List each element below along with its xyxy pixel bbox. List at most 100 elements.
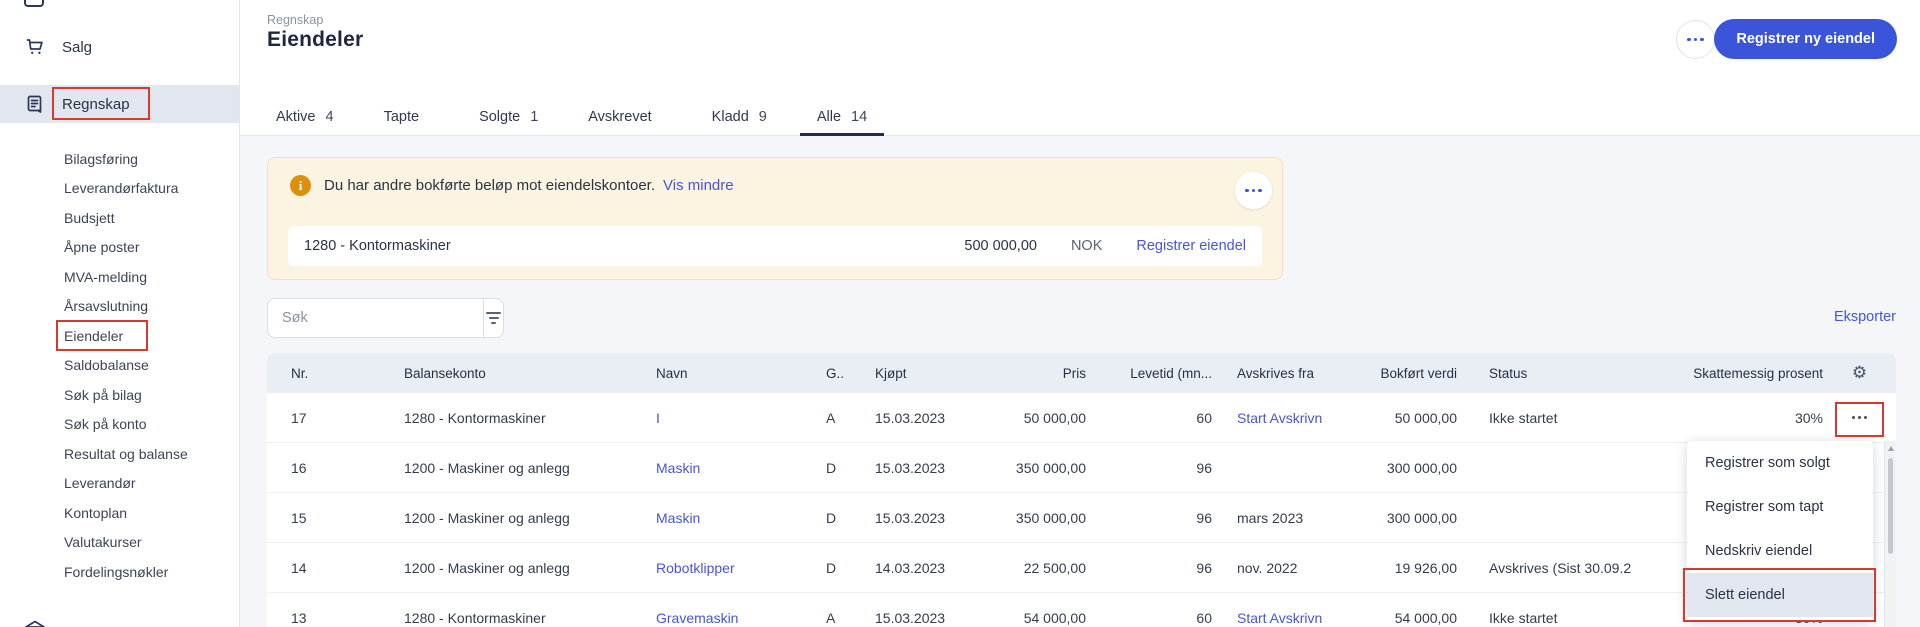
sidebar-subitem[interactable]: Valutakurser — [0, 528, 239, 558]
column-header[interactable]: Skattemessig prosent — [1673, 366, 1823, 381]
sidebar-subitem[interactable]: Søk på bilag — [0, 380, 239, 410]
cell-bokfort-verdi: 50 000,00 — [1347, 410, 1457, 426]
cell-levetid: 96 — [1086, 460, 1212, 476]
table-row[interactable]: 15 1200 - Maskiner og anlegg Maskin D 15… — [267, 493, 1896, 543]
cell-pris: 350 000,00 — [995, 460, 1086, 476]
page-header: Regnskap Eiendeler Registrer ny eiendel — [240, 0, 1920, 98]
sidebar-item-regnskap[interactable]: Regnskap — [0, 85, 239, 123]
table-row[interactable]: 14 1200 - Maskiner og anlegg Robotklippe… — [267, 543, 1896, 593]
cell-bokfort-verdi: 54 000,00 — [1347, 610, 1457, 626]
column-header[interactable]: Kjøpt — [875, 366, 995, 381]
table-row[interactable]: 13 1280 - Kontormaskiner Gravemaskin A 1… — [267, 593, 1896, 627]
sidebar-subitem[interactable]: Eiendeler — [0, 321, 239, 351]
column-header[interactable]: Balansekonto — [404, 366, 656, 381]
tab[interactable]: Tapte — [367, 98, 446, 135]
row-context-menu: Registrer som solgt Registrer som tapt N… — [1687, 441, 1873, 621]
sidebar-subitem[interactable]: Årsavslutning — [0, 292, 239, 322]
context-menu-item[interactable]: Nedskriv eiendel — [1687, 529, 1873, 573]
table-row[interactable]: 16 1200 - Maskiner og anlegg Maskin D 15… — [267, 443, 1896, 493]
cell-avskrives-fra[interactable]: Start Avskrivn — [1212, 410, 1347, 426]
table-row[interactable]: 17 1280 - Kontormaskiner I A 15.03.2023 … — [267, 393, 1896, 443]
vertical-scrollbar[interactable] — [1884, 441, 1896, 627]
sidebar-item-bank[interactable] — [0, 610, 239, 627]
context-menu-item[interactable]: Registrer som tapt — [1687, 485, 1873, 529]
context-menu-item[interactable]: Registrer som solgt — [1687, 441, 1873, 485]
cell-navn-link[interactable]: Gravemaskin — [656, 610, 826, 626]
cell-levetid: 96 — [1086, 560, 1212, 576]
cell-status: Avskrives (Sist 30.09.2 — [1457, 560, 1673, 576]
cell-nr: 17 — [291, 410, 404, 426]
sidebar-subitem[interactable]: Resultat og balanse — [0, 439, 239, 469]
app-root: Salg Regnskap Bilagsføring Leverandørfak… — [0, 0, 1920, 627]
content-area: i Du har andre bokførte beløp mot eiende… — [240, 136, 1920, 627]
column-header[interactable]: Status — [1457, 366, 1673, 381]
cell-gruppe: D — [826, 560, 875, 576]
sidebar-subitem[interactable]: Budsjett — [0, 203, 239, 233]
column-header[interactable]: Pris — [995, 366, 1086, 381]
sidebar-subitem[interactable]: Åpne poster — [0, 233, 239, 263]
sidebar-subitem[interactable]: Saldobalanse — [0, 351, 239, 381]
sidebar-subitem[interactable]: Bilagsføring — [0, 144, 239, 174]
scrollbar-thumb[interactable] — [1888, 458, 1893, 554]
cell-nr: 13 — [291, 610, 404, 626]
register-asset-link[interactable]: Registrer eiendel — [1136, 238, 1246, 254]
cell-status: Ikke startet — [1457, 610, 1673, 626]
search-input[interactable] — [268, 299, 483, 337]
kebab-icon — [1687, 38, 1704, 42]
sidebar-subitem[interactable]: Leverandørfaktura — [0, 174, 239, 204]
cell-balansekonto: 1200 - Maskiner og anlegg — [404, 560, 656, 576]
banner-more-button[interactable] — [1235, 172, 1272, 209]
cell-kjopt: 15.03.2023 — [875, 460, 995, 476]
sidebar-subitem[interactable]: Leverandør — [0, 469, 239, 499]
column-header[interactable]: Bokført verdi — [1347, 366, 1457, 381]
sidebar-item-label: Regnskap — [62, 96, 130, 113]
column-header[interactable]: Navn — [656, 366, 826, 381]
table-header-row: Nr. Balansekonto Navn G.. Kjøpt Pris Lev… — [267, 353, 1896, 393]
row-more-button[interactable] — [1823, 416, 1896, 419]
assets-table: Nr. Balansekonto Navn G.. Kjøpt Pris Lev… — [267, 353, 1896, 627]
sidebar-subitem[interactable]: Søk på konto — [0, 410, 239, 440]
tab[interactable]: Kladd 9 — [695, 98, 784, 135]
tab-count: 1 — [530, 109, 538, 125]
account-row: 1280 - Kontormaskiner 500 000,00 NOK Reg… — [288, 226, 1262, 266]
sidebar-subitem[interactable]: MVA-melding — [0, 262, 239, 292]
cell-nr: 16 — [291, 460, 404, 476]
column-header[interactable]: Avskrives fra — [1212, 366, 1347, 381]
register-new-asset-button[interactable]: Registrer ny eiendel — [1714, 19, 1897, 59]
cell-avskrives-fra[interactable]: Start Avskrivn — [1212, 610, 1347, 626]
header-more-button[interactable] — [1676, 20, 1715, 59]
tab[interactable]: Avskrevet — [571, 98, 678, 135]
cell-bokfort-verdi: 300 000,00 — [1347, 460, 1457, 476]
column-header[interactable]: G.. — [826, 366, 875, 381]
tab[interactable]: Solgte 1 — [462, 98, 555, 135]
cell-navn-link[interactable]: Maskin — [656, 460, 826, 476]
cell-avskrives-fra[interactable]: mars 2023 — [1212, 510, 1347, 526]
table-settings-gear-icon[interactable]: ⚙ — [1823, 363, 1896, 383]
ledger-icon — [24, 93, 46, 115]
sidebar-item-salg[interactable]: Salg — [0, 28, 239, 66]
kebab-icon — [1852, 416, 1868, 419]
context-menu-item[interactable]: Slett eiendel — [1687, 573, 1873, 617]
tab-count: 9 — [759, 109, 767, 125]
cell-kjopt: 15.03.2023 — [875, 610, 995, 626]
sidebar-submenu: Bilagsføring Leverandørfaktura Budsjett … — [0, 144, 239, 587]
show-less-link[interactable]: Vis mindre — [663, 177, 734, 194]
cell-avskrives-fra[interactable]: nov. 2022 — [1212, 560, 1347, 576]
tab[interactable]: Alle 14 — [800, 98, 884, 135]
scrollbar-up-arrow-icon[interactable] — [1888, 446, 1894, 451]
cell-gruppe: A — [826, 410, 875, 426]
cell-navn-link[interactable]: Maskin — [656, 510, 826, 526]
cell-navn-link[interactable]: Robotklipper — [656, 560, 826, 576]
account-amount: 500 000,00 — [964, 238, 1037, 254]
cell-navn-link[interactable]: I — [656, 410, 826, 426]
export-link[interactable]: Eksporter — [1834, 309, 1896, 325]
cell-pris: 50 000,00 — [995, 410, 1086, 426]
filter-button[interactable] — [483, 299, 503, 337]
account-name: 1280 - Kontormaskiner — [304, 238, 451, 254]
sidebar-subitem[interactable]: Kontoplan — [0, 498, 239, 528]
column-header[interactable]: Levetid (mn... — [1086, 366, 1212, 381]
column-header[interactable]: Nr. — [291, 366, 404, 381]
tab[interactable]: Aktive 4 — [259, 98, 351, 135]
sidebar-subitem[interactable]: Fordelingsnøkler — [0, 557, 239, 587]
cell-balansekonto: 1200 - Maskiner og anlegg — [404, 510, 656, 526]
